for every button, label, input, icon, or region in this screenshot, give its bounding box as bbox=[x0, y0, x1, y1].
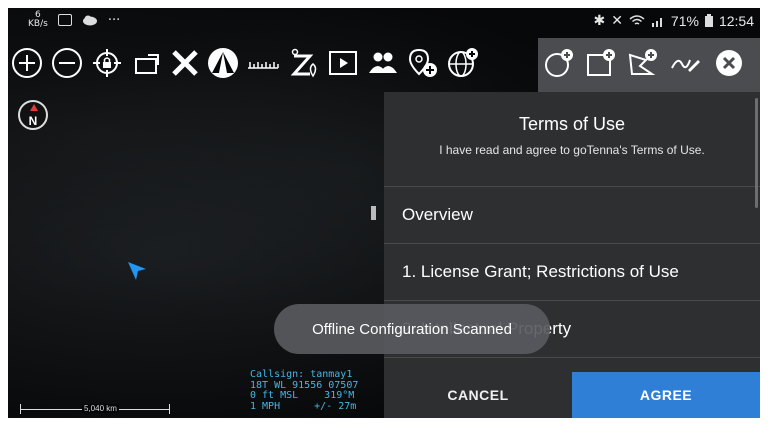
play-icon[interactable] bbox=[326, 46, 360, 80]
battery-level: 71% bbox=[670, 12, 699, 29]
scale-tick-right bbox=[169, 404, 170, 414]
globe-add-icon[interactable] bbox=[446, 46, 480, 80]
network-speed: 6 KB/s bbox=[28, 11, 48, 29]
terms-section-item[interactable]: 1. License Grant; Restrictions of Use bbox=[384, 244, 760, 301]
cancel-button[interactable]: CANCEL bbox=[384, 372, 572, 418]
compass-needle-icon bbox=[30, 104, 38, 111]
toast-message: Offline Configuration Scanned bbox=[274, 304, 550, 354]
signal-icon bbox=[651, 17, 662, 27]
terms-section-item[interactable]: Overview bbox=[384, 187, 760, 244]
panel-resize-handle[interactable] bbox=[371, 206, 376, 220]
cloud-icon bbox=[82, 15, 97, 26]
agree-button[interactable]: AGREE bbox=[572, 372, 760, 418]
group-icon[interactable] bbox=[366, 46, 400, 80]
map-scale-bar: 5,040 km bbox=[20, 404, 170, 414]
zoom-in-icon[interactable] bbox=[10, 46, 44, 80]
terms-subtitle: I have read and agree to goTenna's Terms… bbox=[439, 143, 705, 157]
elevation-heading-row: 0 ft MSL 319°M bbox=[250, 390, 358, 402]
gallery-icon bbox=[57, 14, 72, 26]
freehand-icon[interactable] bbox=[668, 46, 702, 80]
scale-label: 5,040 km bbox=[82, 404, 119, 413]
map-toolbar bbox=[8, 40, 760, 92]
add-point-icon[interactable] bbox=[406, 46, 440, 80]
wifi-icon bbox=[629, 14, 645, 25]
clock: 12:54 bbox=[718, 12, 754, 29]
callsign-text: Callsign: tanmay1 bbox=[250, 369, 353, 380]
panel-scrollbar[interactable] bbox=[755, 98, 758, 208]
lock-location-icon[interactable] bbox=[90, 46, 124, 80]
terms-header: Terms of Use I have read and agree to go… bbox=[384, 92, 760, 187]
accuracy-value: +/- 27m bbox=[314, 400, 357, 412]
compass-button[interactable]: N bbox=[18, 100, 48, 130]
status-bar: 6 KB/s ··· ✱ ✕ 71% 12:54 bbox=[8, 8, 760, 34]
tent-icon[interactable] bbox=[206, 46, 240, 80]
position-info: Callsign: tanmay1 18T WL 91556 07507 0 ft … bbox=[250, 369, 358, 413]
elevation-value: 0 ft MSL bbox=[250, 390, 299, 401]
ruler-icon[interactable] bbox=[246, 46, 280, 80]
app-screen: 6 KB/s ··· ✱ ✕ 71% 12:54 N Terms of Use … bbox=[8, 8, 760, 418]
bluetooth-icon: ✱ bbox=[593, 12, 606, 28]
overflow-indicator: ··· bbox=[107, 12, 121, 28]
compass-label: N bbox=[28, 114, 38, 128]
zoom-out-icon[interactable] bbox=[50, 46, 84, 80]
speed-accuracy-row: 1 MPH +/- 27m bbox=[250, 400, 358, 413]
heading-value: 319°M bbox=[324, 390, 355, 401]
terms-of-use-panel: Terms of Use I have read and agree to go… bbox=[384, 92, 760, 418]
mute-icon: ✕ bbox=[611, 12, 623, 28]
battery-icon bbox=[704, 14, 713, 27]
close-x-icon[interactable] bbox=[168, 46, 202, 80]
add-circle-icon[interactable] bbox=[542, 46, 576, 80]
self-location-arrow-icon[interactable] bbox=[126, 260, 148, 282]
scale-tick-left bbox=[20, 404, 21, 414]
terms-title: Terms of Use bbox=[518, 114, 626, 134]
add-rectangle-icon[interactable] bbox=[584, 46, 618, 80]
net-speed-unit: KB/s bbox=[28, 19, 48, 29]
z-marker-icon[interactable] bbox=[286, 46, 320, 80]
close-circle-icon[interactable] bbox=[712, 46, 746, 80]
rotate-icon[interactable] bbox=[130, 46, 164, 80]
speed-value: 1 MPH bbox=[250, 400, 281, 412]
add-polygon-icon[interactable] bbox=[626, 46, 660, 80]
terms-action-bar: CANCEL AGREE bbox=[384, 372, 760, 418]
